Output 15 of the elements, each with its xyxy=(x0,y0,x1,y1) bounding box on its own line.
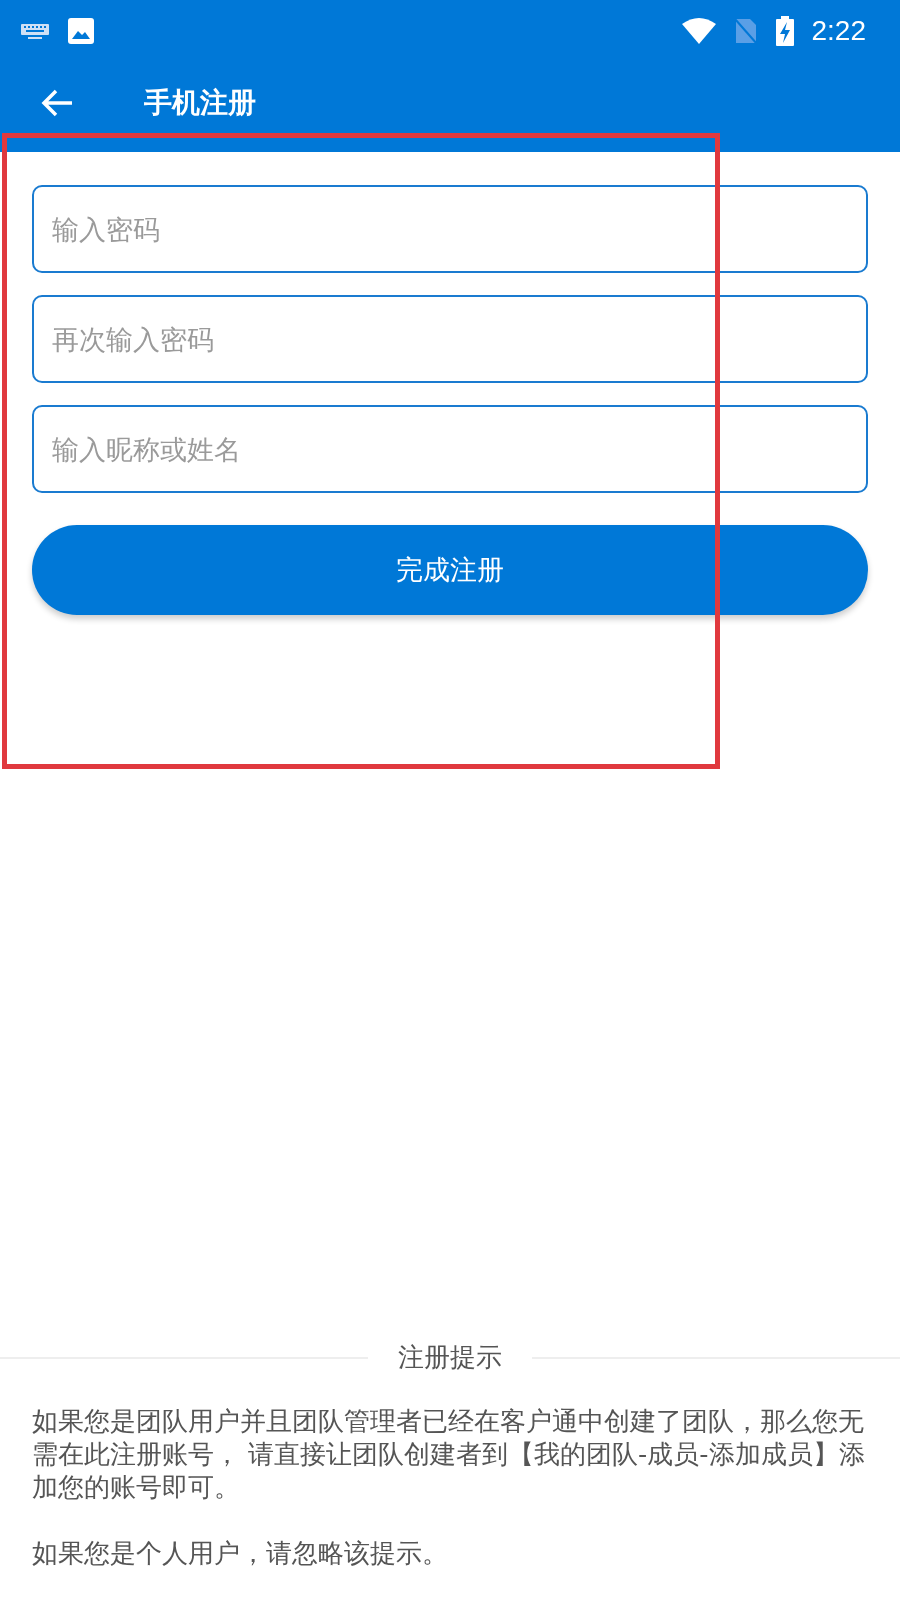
image-icon xyxy=(68,18,94,44)
no-sim-icon xyxy=(733,17,758,45)
battery-charging-icon xyxy=(775,16,794,46)
status-time: 2:22 xyxy=(811,15,866,47)
wifi-icon xyxy=(681,18,716,44)
notice-title: 注册提示 xyxy=(398,1341,502,1374)
notice-text: 如果您是个人用户，请忽略该提示。 xyxy=(31,1537,449,1570)
input-field[interactable]: 输入昵称或姓名 xyxy=(32,405,868,493)
back-arrow-icon[interactable] xyxy=(40,88,74,118)
notice-text: 如果您是团队用户并且团队管理者已经在客户通中创建了团队，那么您无需在此注册账号， 请直接让团队创建者到【我的团队-成员-添加成员】添加您的账号即可。 xyxy=(31,1405,866,1504)
input-field[interactable]: 再次输入密码 xyxy=(32,295,868,383)
input-field[interactable]: 输入密码 xyxy=(32,185,868,273)
screen-title: 手机注册 xyxy=(144,85,256,121)
submit-button[interactable]: 完成注册 xyxy=(32,525,868,615)
keyboard-icon xyxy=(20,22,50,40)
